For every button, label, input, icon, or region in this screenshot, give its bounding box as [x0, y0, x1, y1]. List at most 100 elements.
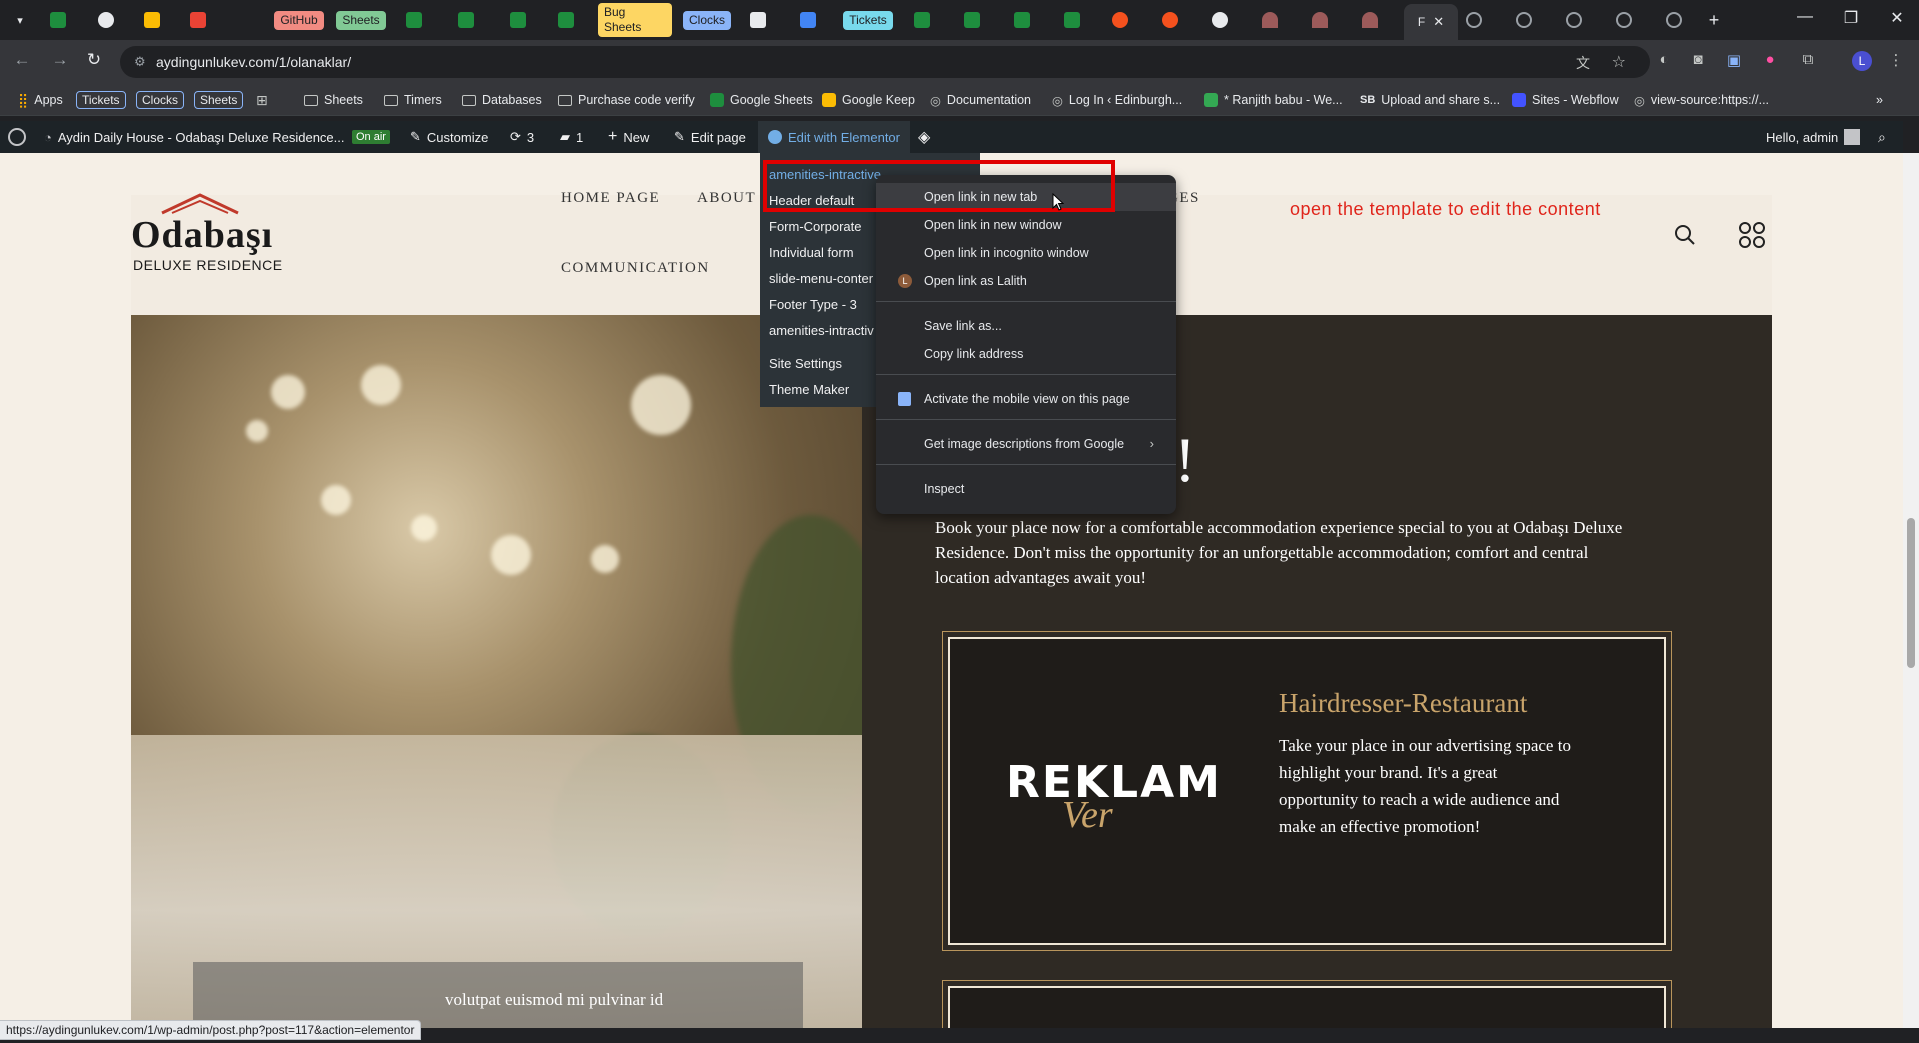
ctx-open-new-window[interactable]: Open link in new window	[876, 211, 1176, 239]
tab[interactable]	[96, 6, 116, 34]
tab[interactable]	[798, 6, 818, 34]
close-window-button[interactable]: ✕	[1882, 8, 1912, 28]
bookmark-upload[interactable]: SB Upload and share s...	[1360, 90, 1500, 110]
ctx-save-link[interactable]: Save link as...	[876, 312, 1176, 340]
tab[interactable]	[1664, 6, 1684, 34]
bookmark-folder-purchase[interactable]: Purchase code verify	[558, 90, 695, 110]
comments-button[interactable]: ▰ 1	[560, 121, 583, 153]
site-info-icon[interactable]: ⚙	[134, 54, 146, 70]
restore-button[interactable]: ❐	[1836, 8, 1866, 28]
tab-active[interactable]: F ✕	[1404, 4, 1458, 40]
ctx-mobile-view[interactable]: Activate the mobile view on this page	[876, 385, 1176, 413]
tab[interactable]	[912, 6, 932, 34]
tab[interactable]	[1514, 6, 1534, 34]
bookmark-webflow[interactable]: Sites - Webflow	[1512, 90, 1619, 110]
tab[interactable]	[962, 6, 982, 34]
tab[interactable]	[508, 6, 528, 34]
bookmark-clocks[interactable]: Clocks	[136, 90, 185, 110]
bookmark-folder-timers[interactable]: Timers	[384, 90, 442, 110]
account-menu[interactable]: Hello, admin	[1766, 121, 1861, 153]
bookmark-ranjith[interactable]: * Ranjith babu - We...	[1204, 90, 1343, 110]
forward-button[interactable]: →	[48, 50, 72, 70]
tab[interactable]	[1260, 6, 1280, 34]
back-button[interactable]: ←	[10, 50, 34, 70]
bookmark-grid[interactable]: ⊞	[256, 90, 268, 110]
site-name-menu[interactable]: ◔ Aydin Daily House - Odabaşı Deluxe Resi…	[44, 121, 345, 153]
bookmarks-overflow-button[interactable]: »	[1876, 90, 1883, 110]
camera-icon[interactable]: ◙	[1688, 51, 1708, 71]
ctx-open-as-profile[interactable]: L Open link as Lalith	[876, 267, 1176, 295]
scrollbar-thumb[interactable]	[1907, 518, 1915, 668]
bookmark-view-source[interactable]: ◎ view-source:https://...	[1634, 90, 1769, 110]
edit-page-button[interactable]: ✎ Edit page	[674, 121, 746, 153]
tab-tickets[interactable]: Tickets	[842, 6, 894, 34]
translate-icon[interactable]: 文	[1576, 53, 1590, 73]
tab[interactable]	[1360, 6, 1380, 34]
bookmark-star-icon[interactable]: ☆	[1612, 52, 1626, 72]
ctx-open-incognito[interactable]: Open link in incognito window	[876, 239, 1176, 267]
tab-sheets[interactable]: Sheets	[334, 6, 388, 34]
menu-item-slide-menu[interactable]: slide-menu-conter	[769, 271, 873, 286]
bookmark-apps[interactable]: ⣿ Apps	[18, 90, 63, 110]
site-logo[interactable]: Odabaşı	[131, 213, 273, 257]
tab-clocks[interactable]: Clocks	[682, 6, 732, 34]
customize-button[interactable]: ✎ Customize	[410, 121, 488, 153]
close-tab-icon[interactable]: ✕	[1433, 14, 1444, 30]
tab[interactable]	[404, 6, 424, 34]
nav-communication[interactable]: COMMUNICATION	[561, 260, 710, 277]
tab[interactable]	[1210, 6, 1230, 34]
translate-ext-icon[interactable]: ▣	[1724, 51, 1744, 71]
tab[interactable]	[1012, 6, 1032, 34]
bookmark-folder-sheets[interactable]: Sheets	[304, 90, 363, 110]
new-tab-button[interactable]: +	[1704, 6, 1724, 34]
tab[interactable]	[1160, 6, 1180, 34]
menu-item-site-settings[interactable]: Site Settings	[769, 356, 842, 371]
tab[interactable]	[188, 6, 208, 34]
admin-search-button[interactable]: ⌕	[1878, 121, 1886, 153]
nav-about[interactable]: ABOUT	[697, 190, 756, 207]
profile-avatar[interactable]: L	[1852, 51, 1872, 71]
page-scrollbar[interactable]	[1903, 153, 1919, 1028]
bookmark-login[interactable]: ◎ Log In ‹ Edinburgh...	[1052, 90, 1182, 110]
new-content-button[interactable]: + New	[608, 121, 649, 153]
grid-menu-icon[interactable]	[1738, 221, 1766, 249]
tab[interactable]	[1062, 6, 1082, 34]
search-icon[interactable]	[1674, 224, 1696, 246]
bookmark-google-keep[interactable]: Google Keep	[822, 90, 915, 110]
kebab-menu-icon[interactable]: ⋮	[1886, 51, 1906, 71]
nav-home[interactable]: HOME PAGE	[561, 190, 660, 207]
tab-github[interactable]: GitHub	[272, 6, 326, 34]
diamond-menu-button[interactable]: ◈	[918, 121, 930, 153]
tab-search-button[interactable]: ▾	[8, 6, 32, 34]
extension-icon[interactable]: ◐	[1654, 51, 1674, 71]
tab[interactable]	[1614, 6, 1634, 34]
menu-item-form-corporate[interactable]: Form-Corporate	[769, 219, 861, 234]
updates-button[interactable]: ⟳ 3	[510, 121, 534, 153]
address-bar[interactable]: ⚙ aydingunlukev.com/1/olanaklar/ 文 ☆	[120, 46, 1650, 78]
bookmark-folder-databases[interactable]: Databases	[462, 90, 542, 110]
minimize-button[interactable]: —	[1790, 8, 1820, 26]
tab[interactable]	[1464, 6, 1484, 34]
bookmark-google-sheets[interactable]: Google Sheets	[710, 90, 813, 110]
tab[interactable]	[1110, 6, 1130, 34]
recorder-icon[interactable]: ●	[1760, 51, 1780, 71]
menu-item-footer[interactable]: Footer Type - 3	[769, 297, 857, 312]
tab[interactable]	[1310, 6, 1330, 34]
ctx-copy-link[interactable]: Copy link address	[876, 340, 1176, 368]
ctx-inspect[interactable]: Inspect	[876, 475, 1176, 503]
menu-item-theme-maker[interactable]: Theme Maker	[769, 382, 849, 397]
ctx-image-descriptions[interactable]: Get image descriptions from Google ›	[876, 430, 1176, 458]
menu-item-amenities-2[interactable]: amenities-intractiv	[769, 323, 874, 338]
menu-item-individual-form[interactable]: Individual form	[769, 245, 854, 260]
tab[interactable]	[456, 6, 476, 34]
bookmark-tickets[interactable]: Tickets	[76, 90, 126, 110]
bookmark-sheets-chip[interactable]: Sheets	[194, 90, 244, 110]
edit-with-elementor-button[interactable]: Edit with Elementor	[758, 121, 910, 153]
tab[interactable]	[1564, 6, 1584, 34]
bookmark-documentation[interactable]: ◎ Documentation	[930, 90, 1031, 110]
wp-logo-button[interactable]	[8, 121, 26, 153]
tab[interactable]	[748, 6, 768, 34]
extensions-puzzle-icon[interactable]: ⧉	[1798, 51, 1818, 71]
reload-button[interactable]: ↻	[82, 50, 106, 70]
tab-bug-sheets[interactable]: Bug Sheets	[598, 3, 672, 37]
